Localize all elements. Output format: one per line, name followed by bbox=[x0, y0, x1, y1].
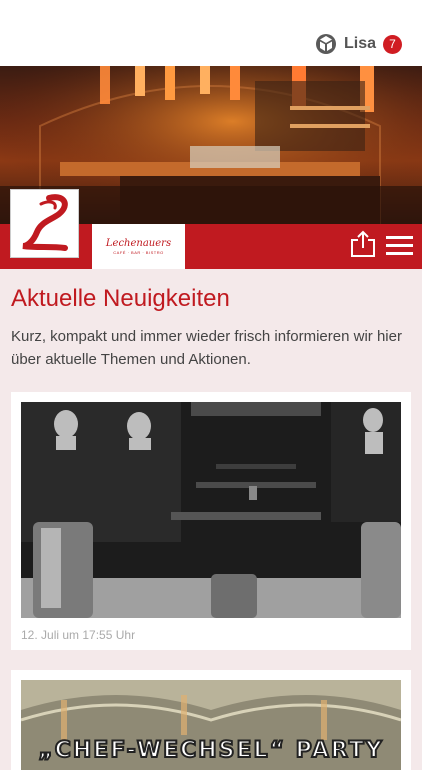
top-bar: Lisa 7 bbox=[0, 0, 422, 66]
news-image bbox=[21, 402, 401, 618]
brand-tagline: CAFÉ · BAR · BISTRO bbox=[113, 250, 164, 255]
page-title: Aktuelle Neuigkeiten bbox=[11, 285, 230, 312]
news-card[interactable]: 12. Juli um 17:55 Uhr bbox=[11, 392, 411, 650]
news-image: „CHEF-WECHSEL“ PARTY bbox=[21, 680, 401, 770]
news-headline: „CHEF-WECHSEL“ PARTY bbox=[37, 737, 384, 764]
news-date: 12. Juli um 17:55 Uhr bbox=[21, 628, 136, 642]
brand-logo[interactable]: Lechenauers CAFÉ · BAR · BISTRO bbox=[92, 224, 185, 269]
share-icon[interactable] bbox=[350, 230, 376, 258]
notification-badge[interactable]: 7 bbox=[383, 34, 402, 54]
script-L-logo[interactable] bbox=[10, 189, 79, 258]
news-card[interactable]: „CHEF-WECHSEL“ PARTY bbox=[11, 670, 411, 770]
brand-name: Lechenauers bbox=[105, 238, 172, 249]
hamburger-menu-icon[interactable] bbox=[386, 236, 413, 256]
user-profile[interactable]: Lisa 7 bbox=[315, 33, 402, 55]
user-name: Lisa bbox=[343, 35, 376, 52]
cube-user-icon bbox=[315, 34, 336, 54]
page-intro: Kurz, kompakt und immer wieder frisch in… bbox=[11, 328, 402, 368]
